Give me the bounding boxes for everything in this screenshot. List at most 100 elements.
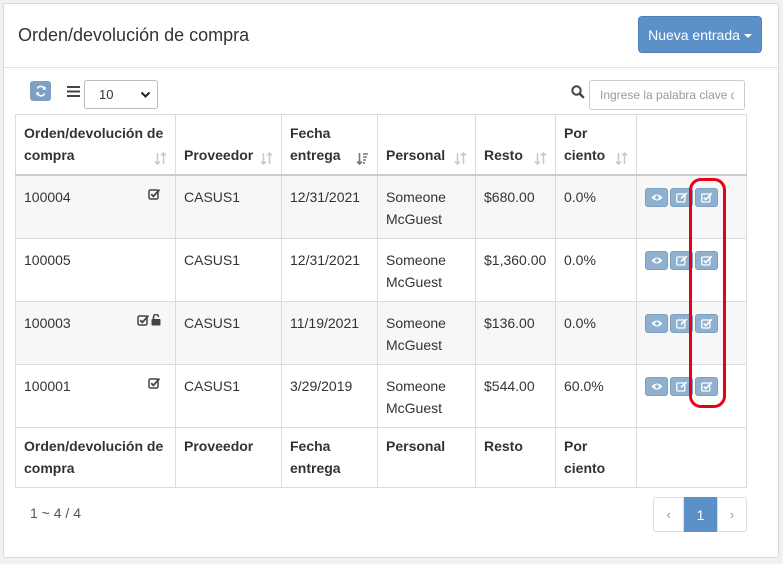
refresh-button[interactable] — [30, 81, 51, 101]
search-input[interactable] — [589, 80, 745, 110]
column-header-rest[interactable]: Resto — [475, 114, 556, 176]
footer-column-actions — [636, 427, 747, 488]
page-title: Orden/devolución de compra — [18, 25, 250, 45]
column-header-date[interactable]: Fecha entrega — [281, 114, 378, 176]
pagination: ‹ 1 › — [653, 497, 747, 532]
column-header-staff[interactable]: Personal — [377, 114, 476, 176]
table-row: 100001 CASUS1 3/29/2019 Someone McGuest … — [15, 364, 747, 428]
sort-icon — [534, 152, 547, 165]
check-square-icon — [700, 381, 712, 392]
actions-cell — [636, 174, 747, 239]
date-cell: 12/31/2021 — [281, 238, 378, 302]
footer-column-order: Orden/devolución de compra — [15, 427, 176, 488]
edit-icon — [675, 192, 687, 203]
sort-icon — [154, 152, 167, 165]
list-icon[interactable] — [67, 86, 80, 97]
eye-icon — [651, 194, 662, 201]
sort-icon — [615, 152, 628, 165]
edit-button[interactable] — [670, 314, 693, 333]
order-cell: 100005 — [15, 238, 176, 302]
supplier-cell: CASUS1 — [175, 364, 282, 428]
actions-cell — [636, 238, 747, 302]
page-1-button[interactable]: 1 — [684, 497, 717, 532]
footer-column-date: Fecha entrega — [281, 427, 378, 488]
column-header-percent[interactable]: Por ciento — [555, 114, 637, 176]
footer-header-row: Orden/devolución de compra Proveedor Fec… — [15, 427, 747, 488]
percent-cell: 0.0% — [555, 238, 637, 302]
table-row: 100004 CASUS1 12/31/2021 Someone McGuest… — [15, 174, 747, 239]
edit-icon — [675, 318, 687, 329]
new-entry-button[interactable]: Nueva entrada — [638, 16, 762, 53]
check-square-icon — [700, 255, 712, 266]
check-square-icon — [700, 192, 712, 203]
eye-icon — [651, 383, 662, 390]
percent-cell: 60.0% — [555, 364, 637, 428]
edit-icon — [675, 381, 687, 392]
unlock-icon — [151, 314, 161, 326]
percent-cell: 0.0% — [555, 174, 637, 239]
rest-cell: $1,360.00 — [475, 238, 556, 302]
eye-icon — [651, 320, 662, 327]
check-square-icon — [148, 188, 161, 200]
check-square-icon — [700, 318, 712, 329]
sort-icon — [454, 152, 467, 165]
check-square-icon — [148, 377, 161, 389]
approve-button[interactable] — [695, 188, 718, 207]
edit-button[interactable] — [670, 251, 693, 270]
date-cell: 11/19/2021 — [281, 301, 378, 365]
table-row: 100005 CASUS1 12/31/2021 Someone McGuest… — [15, 238, 747, 302]
view-button[interactable] — [645, 377, 668, 396]
column-header-supplier[interactable]: Proveedor — [175, 114, 282, 176]
staff-cell: Someone McGuest — [377, 364, 476, 428]
refresh-icon — [35, 85, 46, 97]
percent-cell: 0.0% — [555, 301, 637, 365]
approve-button[interactable] — [695, 377, 718, 396]
order-cell: 100003 — [15, 301, 176, 365]
new-entry-label: Nueva entrada — [648, 26, 740, 43]
column-header-actions — [636, 114, 747, 176]
edit-icon — [675, 255, 687, 266]
sort-desc-icon — [356, 153, 368, 165]
prev-page-button[interactable]: ‹ — [653, 497, 684, 532]
supplier-cell: CASUS1 — [175, 301, 282, 365]
approve-button[interactable] — [695, 314, 718, 333]
supplier-cell: CASUS1 — [175, 238, 282, 302]
actions-cell — [636, 364, 747, 428]
actions-cell — [636, 301, 747, 365]
order-cell: 100001 — [15, 364, 176, 428]
edit-button[interactable] — [670, 377, 693, 396]
next-page-button[interactable]: › — [717, 497, 747, 532]
rest-cell: $544.00 — [475, 364, 556, 428]
supplier-cell: CASUS1 — [175, 174, 282, 239]
view-button[interactable] — [645, 188, 668, 207]
caret-down-icon — [743, 33, 752, 38]
eye-icon — [651, 257, 662, 264]
footer-column-rest: Resto — [475, 427, 556, 488]
view-button[interactable] — [645, 251, 668, 270]
approve-button[interactable] — [695, 251, 718, 270]
order-cell: 100004 — [15, 174, 176, 239]
date-cell: 12/31/2021 — [281, 174, 378, 239]
search-icon — [571, 85, 585, 99]
staff-cell: Someone McGuest — [377, 238, 476, 302]
panel-header: Orden/devolución de compra Nueva entrada — [4, 4, 778, 68]
table-row: 100003 CASUS1 11/19/2021 Someone McGuest… — [15, 301, 747, 365]
date-cell: 3/29/2019 — [281, 364, 378, 428]
staff-cell: Someone McGuest — [377, 301, 476, 365]
footer-column-staff: Personal — [377, 427, 476, 488]
chevron-down-icon — [140, 91, 151, 98]
check-square-icon — [137, 314, 150, 326]
page-size-value: 10 — [99, 87, 114, 102]
sort-icon — [260, 152, 273, 165]
rest-cell: $680.00 — [475, 174, 556, 239]
rest-cell: $136.00 — [475, 301, 556, 365]
pagination-info: 1 ~ 4 / 4 — [30, 505, 81, 521]
purchase-orders-table: Orden/devolución de compra Proveedor Fec… — [15, 114, 747, 488]
footer-column-percent: Por ciento — [555, 427, 637, 488]
column-header-order[interactable]: Orden/devolución de compra — [15, 114, 176, 176]
view-button[interactable] — [645, 314, 668, 333]
page-size-select[interactable]: 10 — [84, 80, 158, 109]
header-row: Orden/devolución de compra Proveedor Fec… — [15, 114, 747, 176]
edit-button[interactable] — [670, 188, 693, 207]
table-toolbar: 10 — [0, 64, 783, 114]
